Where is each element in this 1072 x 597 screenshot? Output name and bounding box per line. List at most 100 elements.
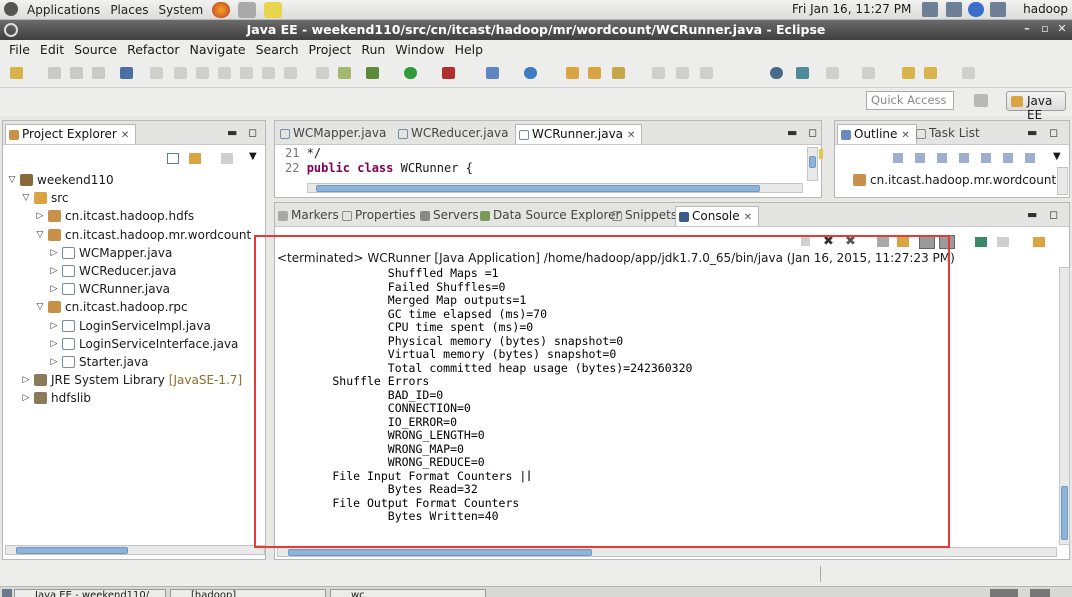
focus-icon[interactable] [221, 153, 233, 164]
close-icon[interactable]: ✕ [121, 130, 129, 141]
debug-icon[interactable] [366, 67, 379, 79]
editor-vertical-scrollbar[interactable] [807, 147, 818, 181]
tree-item[interactable]: ▽ cn.itcast.hadoop.mr.wordcount [35, 226, 252, 244]
step-return-icon[interactable] [284, 67, 297, 79]
tree-item[interactable]: ▷ hdfslib [21, 389, 91, 407]
maximize-window-button[interactable]: ▫ [1038, 22, 1052, 36]
show-desktop-icon[interactable] [2, 589, 12, 597]
outline-toolbar-icons[interactable] [893, 153, 1043, 163]
new-java-project-icon[interactable] [486, 67, 499, 79]
tab-wcmapper[interactable]: WCMapper.java [277, 124, 392, 144]
tab-outline[interactable]: Outline ✕ [837, 124, 917, 144]
menu-help[interactable]: Help [450, 42, 489, 57]
collapsed-arrow-icon[interactable]: ▷ [35, 211, 45, 221]
console-horizontal-scrollbar[interactable] [277, 547, 1057, 557]
menu-project[interactable]: Project [304, 42, 357, 57]
tree-item[interactable]: ▽ cn.itcast.hadoop.rpc [35, 298, 188, 316]
taskbar-terminal[interactable]: [hadoop] [170, 589, 326, 597]
close-icon[interactable]: ✕ [744, 212, 752, 223]
open-folder-icon[interactable] [588, 67, 601, 79]
collapsed-arrow-icon[interactable]: ▷ [21, 375, 31, 385]
firefox-icon[interactable] [212, 1, 231, 18]
step-into-icon[interactable] [240, 67, 253, 79]
pin-console-icon[interactable] [975, 237, 987, 247]
tab-servers[interactable]: Servers [417, 206, 485, 226]
explorer-scroll-thumb[interactable] [16, 547, 128, 554]
tab-data-source-explorer[interactable]: Data Source Explorer [477, 206, 626, 226]
tab-task-list[interactable]: Task List [913, 124, 986, 144]
collapsed-arrow-icon[interactable]: ▷ [49, 339, 59, 349]
tree-item[interactable]: ▽ src [21, 189, 69, 207]
collapsed-arrow-icon[interactable]: ▷ [49, 284, 59, 294]
clock[interactable]: Fri Jan 16, 11:27 PM [792, 2, 911, 16]
collapse-all-icon[interactable] [167, 153, 179, 164]
tree-item[interactable]: ▷ WCRunner.java [49, 280, 171, 298]
tree-item[interactable]: ▷ LoginServiceInterface.java [49, 335, 239, 353]
new-class-icon[interactable] [524, 67, 537, 79]
back-icon[interactable] [924, 67, 937, 79]
search-icon[interactable] [612, 67, 625, 79]
taskbar-eclipse[interactable]: Java EE - weekend110/ [14, 589, 166, 597]
menu-run[interactable]: Run [356, 42, 390, 57]
menu-edit[interactable]: Edit [35, 42, 69, 57]
editor-vscroll-thumb[interactable] [809, 156, 816, 168]
toggle-block-selection-icon[interactable] [676, 67, 689, 79]
maximize-view-icon[interactable]: ◻ [248, 126, 257, 139]
collapsed-arrow-icon[interactable]: ▷ [49, 321, 59, 331]
user-name[interactable]: hadoop [1023, 2, 1068, 16]
quick-access-input[interactable]: Quick Access [866, 91, 954, 110]
previous-annotation-icon[interactable] [862, 67, 875, 79]
tab-project-explorer[interactable]: Project Explorer ✕ [5, 124, 137, 144]
open-type-icon[interactable] [566, 67, 579, 79]
outline-item[interactable]: cn.itcast.hadoop.mr.wordcount [853, 171, 1056, 189]
run-icon[interactable] [404, 67, 417, 79]
collapsed-arrow-icon[interactable]: ▷ [21, 393, 31, 403]
server-icon[interactable] [796, 67, 809, 79]
tab-console[interactable]: Console ✕ [675, 206, 760, 226]
tree-item[interactable]: ▽ weekend110 [7, 171, 114, 189]
resume-icon[interactable] [150, 67, 163, 79]
skip-breakpoints-icon[interactable] [120, 67, 133, 79]
disconnect-icon[interactable] [218, 67, 231, 79]
close-icon[interactable]: ✕ [627, 130, 635, 141]
code-line-22[interactable]: 22 public class WCRunner { [285, 161, 473, 175]
minimize-window-button[interactable]: – [1020, 22, 1034, 36]
run-external-tools-icon[interactable] [442, 67, 455, 79]
view-menu-icon[interactable]: ▼ [1053, 151, 1061, 162]
collapsed-arrow-icon[interactable]: ▷ [49, 357, 59, 367]
web-browser-icon[interactable] [770, 67, 783, 79]
minimize-view-icon[interactable]: ▬ [1027, 208, 1037, 221]
display-selected-console-icon[interactable] [997, 237, 1009, 247]
minimize-view-icon[interactable]: ▬ [1027, 126, 1037, 139]
gnome-foot-icon[interactable] [4, 2, 18, 16]
menu-navigate[interactable]: Navigate [185, 42, 251, 57]
link-with-editor-icon[interactable] [189, 153, 201, 164]
trash-icon[interactable] [1030, 589, 1050, 597]
new-icon[interactable] [10, 67, 23, 79]
network-icon[interactable] [922, 2, 938, 17]
terminate-icon[interactable] [196, 67, 209, 79]
code-line-21[interactable]: 21 */ [285, 146, 321, 160]
menu-file[interactable]: File [4, 42, 35, 57]
tab-properties[interactable]: Properties [339, 206, 422, 226]
console-hscroll-thumb[interactable] [288, 549, 592, 556]
menu-source[interactable]: Source [69, 42, 122, 57]
tab-markers[interactable]: Markers [275, 206, 345, 226]
toggle-mark-occurrences-icon[interactable] [652, 67, 665, 79]
expanded-arrow-icon[interactable]: ▽ [35, 230, 45, 240]
applications-menu[interactable]: Applications [22, 3, 105, 17]
tree-item[interactable]: ▷ WCReducer.java [49, 262, 177, 280]
minimize-view-icon[interactable]: ▬ [227, 126, 237, 139]
tree-item[interactable]: ▷ WCMapper.java [49, 244, 173, 262]
display-icon[interactable] [990, 2, 1006, 17]
java-ee-perspective-button[interactable]: Java EE [1006, 91, 1066, 122]
tree-item[interactable]: ▷ JRE System Library [JavaSE-1.7] [21, 371, 243, 389]
explorer-horizontal-scrollbar[interactable] [5, 545, 265, 555]
show-whitespace-icon[interactable] [700, 67, 713, 79]
notes-icon[interactable] [264, 1, 283, 18]
tree-item[interactable]: ▷ LoginServiceImpl.java [49, 317, 211, 335]
bluetooth-icon[interactable] [968, 2, 984, 17]
save-icon[interactable] [48, 67, 61, 79]
menu-search[interactable]: Search [251, 42, 304, 57]
forward-icon[interactable] [962, 67, 975, 79]
